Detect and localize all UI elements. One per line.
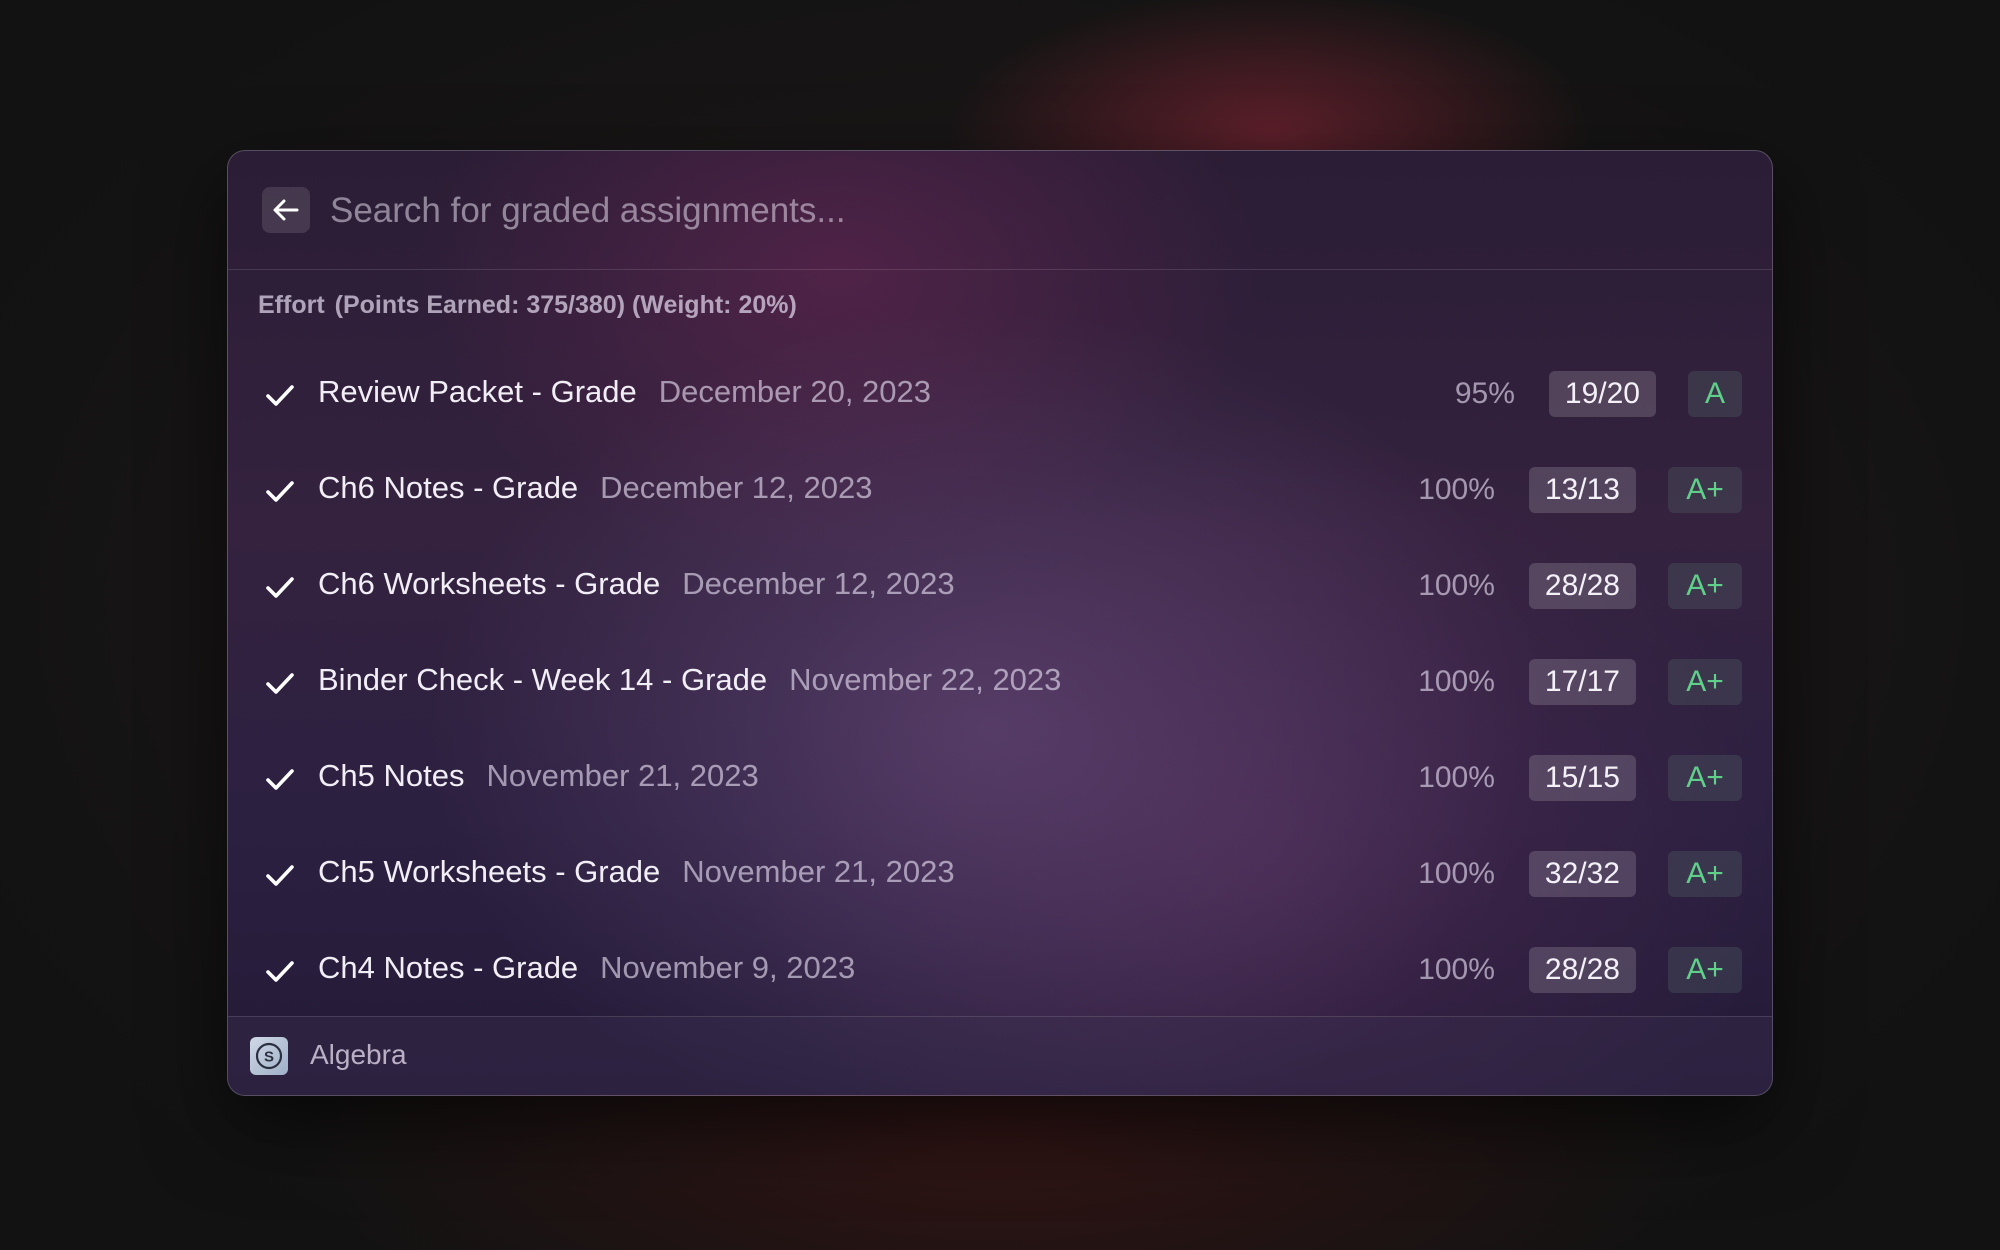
percent-label: 100%	[1418, 569, 1495, 602]
checkmark-icon	[266, 961, 294, 982]
score-badge: 15/15	[1528, 755, 1636, 801]
assignment-title: Ch6 Notes - Grade	[318, 470, 579, 505]
assignment-title: Review Packet - Grade	[318, 374, 637, 409]
percent-label: 100%	[1418, 857, 1495, 890]
checkmark-icon	[266, 769, 294, 790]
assignment-title: Ch4 Notes - Grade	[318, 950, 579, 985]
grade-badge: A+	[1668, 467, 1742, 513]
grade-info: 100% 17/17 A+	[1418, 659, 1742, 705]
section-category: Effort	[258, 291, 325, 319]
logo-letter: S	[264, 1049, 274, 1066]
footer-course-label: Algebra	[310, 1039, 407, 1070]
checkmark-icon	[266, 577, 294, 598]
search-input[interactable]	[330, 181, 1730, 241]
assignment-title-line: Ch5 Worksheets - Grade November 21, 2023	[318, 854, 955, 890]
grade-info: 100% 15/15 A+	[1418, 755, 1742, 801]
list-item[interactable]: Ch6 Worksheets - Grade December 12, 2023 …	[228, 539, 1772, 635]
list-item[interactable]: Ch6 Notes - Grade December 12, 2023 100% …	[228, 443, 1772, 539]
assignment-date: November 9, 2023	[600, 950, 856, 985]
grade-badge: A+	[1668, 563, 1742, 609]
footer-bar: S Algebra	[228, 1016, 1772, 1095]
assignment-title: Ch6 Worksheets - Grade	[318, 566, 661, 601]
list-item[interactable]: Ch5 Worksheets - Grade November 21, 2023 …	[228, 827, 1772, 923]
assignment-title: Binder Check - Week 14 - Grade	[318, 662, 768, 697]
grade-badge: A	[1688, 371, 1742, 417]
grade-badge: A+	[1668, 659, 1742, 705]
grade-info: 100% 32/32 A+	[1418, 851, 1742, 897]
back-button[interactable]	[262, 187, 310, 233]
assignment-date: December 12, 2023	[682, 566, 955, 601]
percent-label: 100%	[1418, 761, 1495, 794]
assignment-title-line: Ch5 Notes November 21, 2023	[318, 758, 759, 794]
list-item[interactable]: Ch5 Notes November 21, 2023 100% 15/15 A+	[228, 731, 1772, 827]
grade-info: 100% 28/28 A+	[1418, 563, 1742, 609]
assignment-title-line: Ch6 Worksheets - Grade December 12, 2023	[318, 566, 955, 602]
score-badge: 32/32	[1528, 851, 1636, 897]
percent-label: 100%	[1418, 953, 1495, 986]
section-header: Effort (Points Earned: 375/380) (Weight: …	[258, 291, 797, 320]
percent-label: 100%	[1418, 665, 1495, 698]
assignment-title-line: Binder Check - Week 14 - Grade November 2…	[318, 662, 1061, 698]
percent-label: 95%	[1454, 377, 1515, 410]
checkmark-icon	[266, 481, 294, 502]
logo-circle-icon: S	[255, 1042, 283, 1070]
list-item[interactable]: Ch4 Notes - Grade November 9, 2023 100% 2…	[228, 923, 1772, 1019]
assignment-title-line: Review Packet - Grade December 20, 2023	[318, 374, 931, 410]
assignment-date: November 22, 2023	[789, 662, 1062, 697]
score-badge: 17/17	[1528, 659, 1636, 705]
grade-info: 100% 13/13 A+	[1418, 467, 1742, 513]
grade-badge: A+	[1668, 851, 1742, 897]
search-bar	[228, 151, 1772, 270]
grade-info: 100% 28/28 A+	[1418, 947, 1742, 993]
grade-info: 95% 19/20 A	[1455, 371, 1742, 417]
arrow-left-icon	[273, 199, 299, 221]
section-details: (Points Earned: 375/380) (Weight: 20%)	[334, 291, 797, 319]
score-badge: 19/20	[1548, 371, 1656, 417]
score-badge: 13/13	[1528, 467, 1636, 513]
schoology-logo-icon: S	[250, 1037, 288, 1075]
assignment-date: December 20, 2023	[658, 374, 932, 409]
command-window: Effort (Points Earned: 375/380) (Weight: …	[227, 150, 1773, 1096]
list-item[interactable]: Review Packet - Grade December 20, 2023 9…	[228, 347, 1772, 443]
score-badge: 28/28	[1528, 563, 1636, 609]
checkmark-icon	[266, 673, 294, 694]
assignment-title-line: Ch4 Notes - Grade November 9, 2023	[318, 950, 855, 986]
score-badge: 28/28	[1528, 947, 1636, 993]
checkmark-icon	[266, 865, 294, 886]
grade-badge: A+	[1668, 755, 1742, 801]
assignment-title: Ch5 Notes	[318, 758, 465, 793]
assignment-title-line: Ch6 Notes - Grade December 12, 2023	[318, 470, 872, 506]
assignment-date: November 21, 2023	[486, 758, 759, 793]
assignment-title: Ch5 Worksheets - Grade	[318, 854, 661, 889]
list-item[interactable]: Binder Check - Week 14 - Grade November 2…	[228, 635, 1772, 731]
grade-badge: A+	[1668, 947, 1742, 993]
assignment-date: November 21, 2023	[682, 854, 955, 889]
assignment-date: December 12, 2023	[600, 470, 873, 505]
checkmark-icon	[266, 385, 294, 406]
percent-label: 100%	[1418, 473, 1495, 506]
